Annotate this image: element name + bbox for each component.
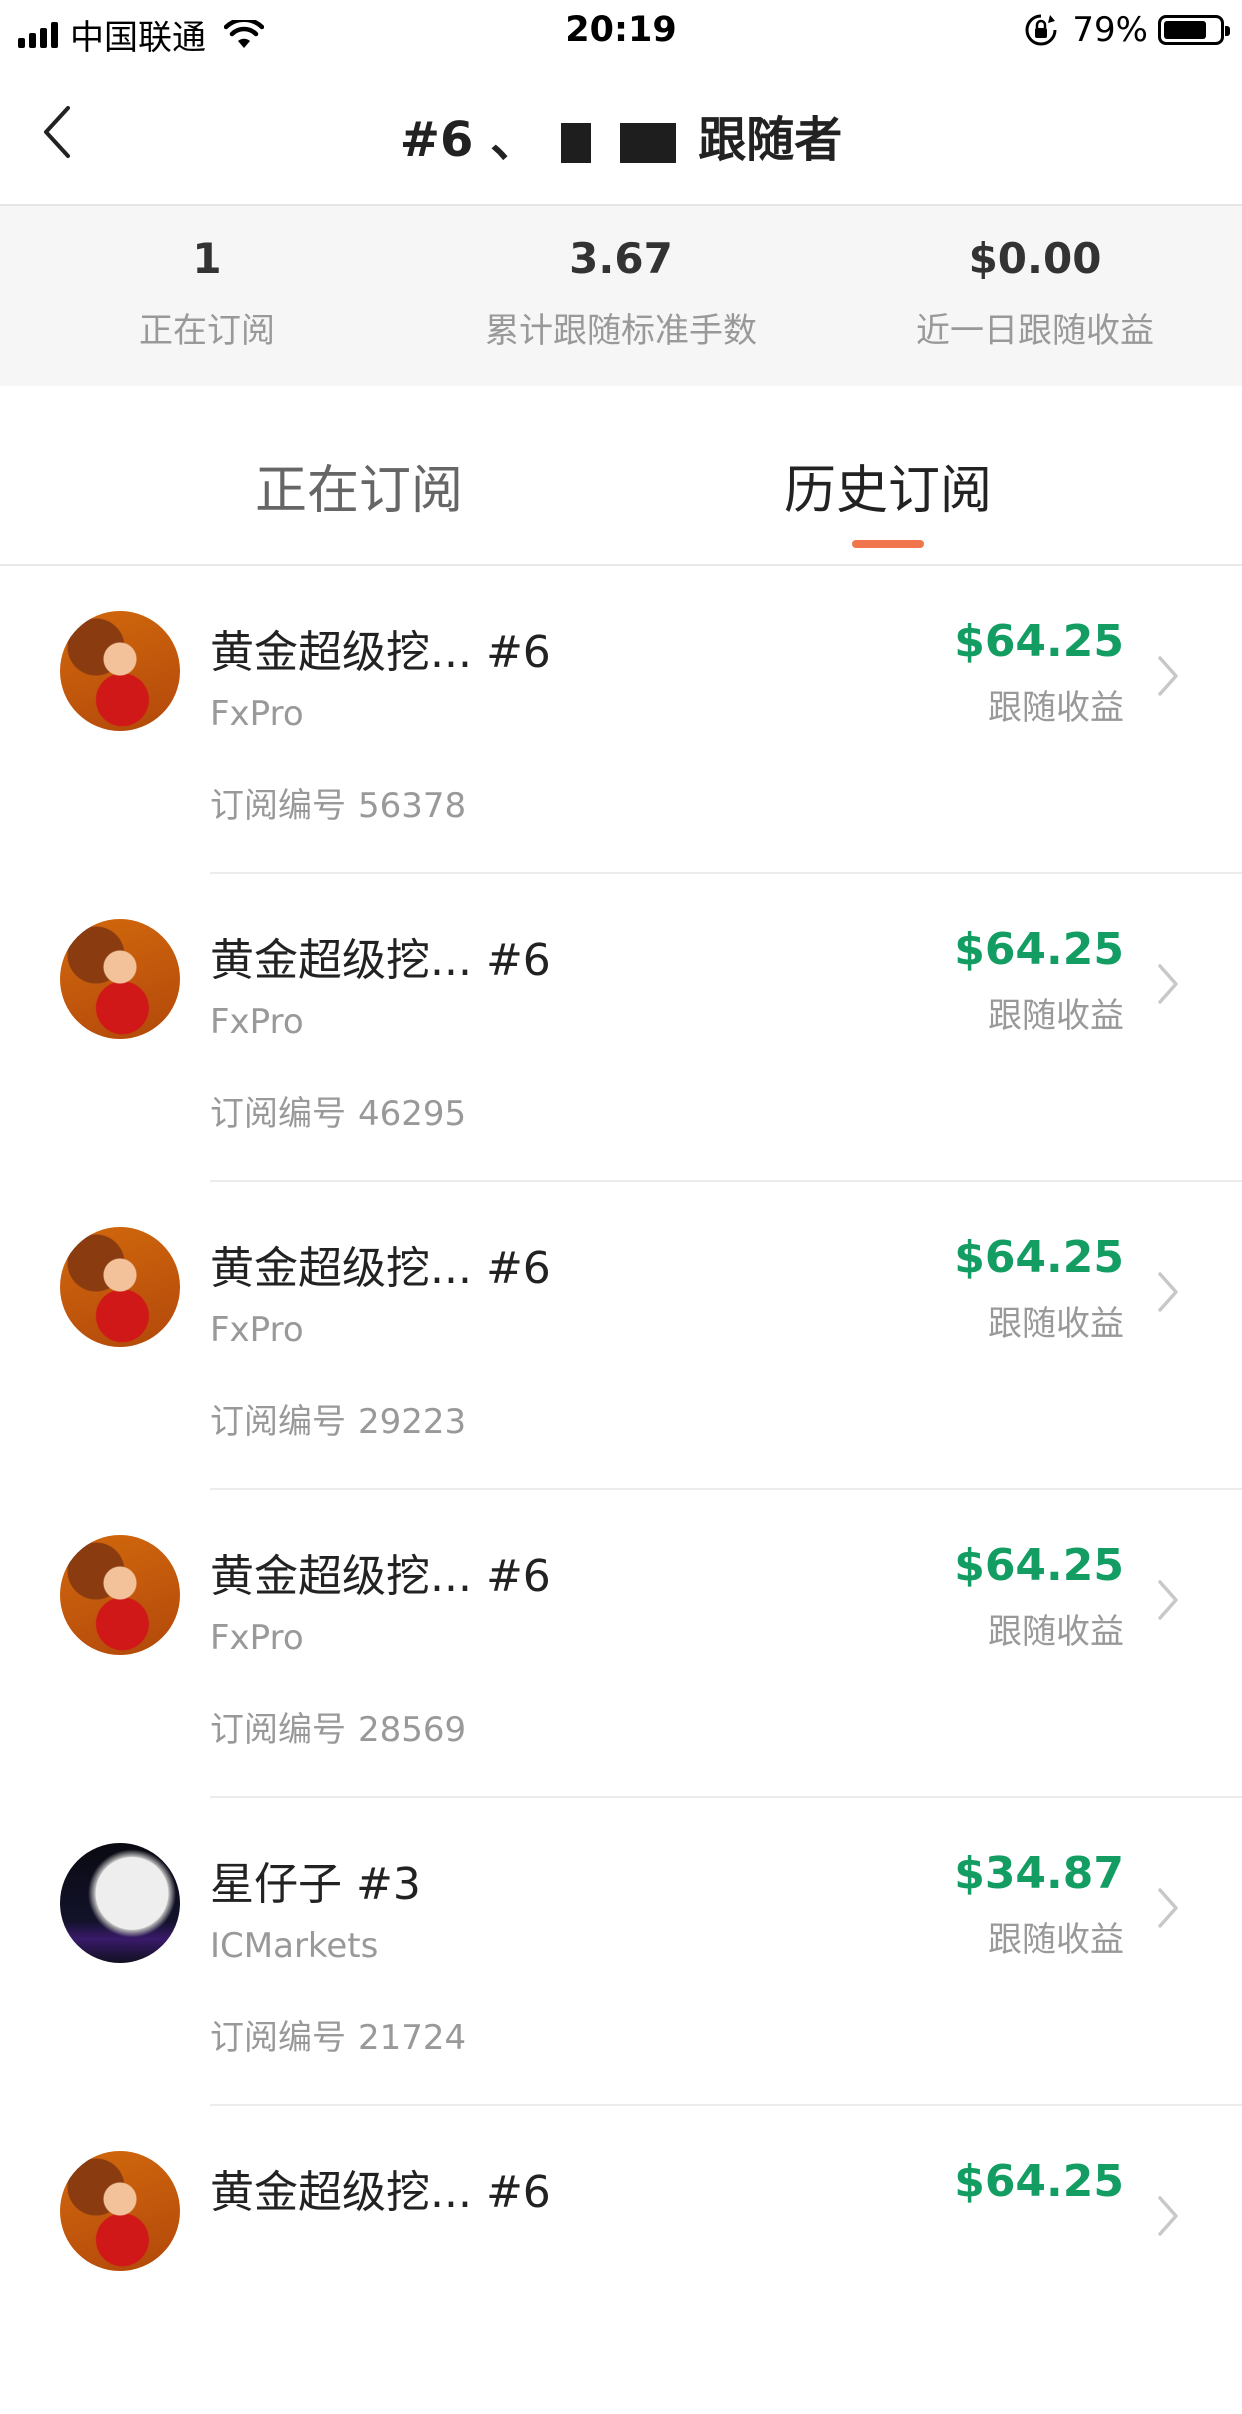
stats-summary: 1 正在订阅 3.67 累计跟随标准手数 $0.00 近一日跟随收益: [0, 206, 1242, 386]
strategy-name: 黄金超级挖... #6: [210, 627, 551, 678]
subscription-list: 黄金超级挖... #6 FxPro 订阅编号 56378 $64.25 跟随收益 …: [0, 566, 1242, 2414]
title-prefix: #6 、: [399, 112, 539, 168]
stat-daily-profit: $0.00 近一日跟随收益: [828, 206, 1242, 386]
profit-amount: $64.25: [954, 924, 1124, 975]
chevron-right-icon: [1158, 1888, 1178, 1928]
strategy-name: 黄金超级挖... #6: [210, 1551, 551, 1602]
chevron-right-icon: [1158, 2196, 1178, 2236]
title-suffix: 跟随者: [698, 112, 843, 168]
subscription-id-label: 订阅编号: [210, 2018, 346, 2058]
avatar: [60, 919, 180, 1039]
stat-label: 正在订阅: [139, 311, 275, 351]
broker-name: FxPro: [210, 694, 304, 734]
broker-name: ICMarkets: [210, 1926, 379, 1966]
list-item[interactable]: 黄金超级挖... #6 FxPro 订阅编号 29223 $64.25 跟随收益: [0, 1182, 1242, 1490]
tab-current-subscriptions[interactable]: 正在订阅: [255, 448, 463, 523]
stat-label: 近一日跟随收益: [916, 311, 1154, 351]
battery-icon: [1158, 15, 1230, 45]
page-title: #6 、 跟随者: [0, 100, 1242, 170]
strategy-name: 星仔子 #3: [210, 1859, 421, 1910]
list-item[interactable]: 黄金超级挖... #6 FxPro 订阅编号 46295 $64.25 跟随收益: [0, 874, 1242, 1182]
stat-active-subscriptions: 1 正在订阅: [0, 206, 414, 386]
stat-total-lots: 3.67 累计跟随标准手数: [414, 206, 828, 386]
profit-label: 跟随收益: [988, 1920, 1124, 1960]
chevron-right-icon: [1158, 1272, 1178, 1312]
profit-label: 跟随收益: [988, 996, 1124, 1036]
subscription-id-value: 21724: [358, 2018, 467, 2058]
subscription-id-label: 订阅编号: [210, 1094, 346, 1134]
profit-amount: $64.25: [954, 2156, 1124, 2207]
profit-label: 跟随收益: [988, 688, 1124, 728]
chevron-right-icon: [1158, 964, 1178, 1004]
stat-value: 1: [192, 234, 222, 283]
subscription-id: 订阅编号 21724: [210, 2010, 466, 2059]
stat-label: 累计跟随标准手数: [485, 311, 757, 351]
profit-amount: $34.87: [954, 1848, 1124, 1899]
list-item[interactable]: 星仔子 #3 ICMarkets 订阅编号 21724 $34.87 跟随收益: [0, 1798, 1242, 2106]
strategy-name: 黄金超级挖... #6: [210, 1243, 551, 1294]
profit-label: 跟随收益: [988, 1304, 1124, 1344]
profit-amount: $64.25: [954, 1232, 1124, 1283]
subscription-id-label: 订阅编号: [210, 1710, 346, 1750]
subscription-id-value: 29223: [358, 1402, 467, 1442]
subscription-id: 订阅编号 29223: [210, 1394, 466, 1443]
redacted-block: [619, 123, 676, 163]
profit-amount: $64.25: [954, 616, 1124, 667]
subscription-id: 订阅编号 46295: [210, 1086, 466, 1135]
profit-label: 跟随收益: [988, 1612, 1124, 1652]
avatar: [60, 2151, 180, 2271]
nav-bar: #6 、 跟随者: [0, 62, 1242, 206]
avatar: [60, 1227, 180, 1347]
tab-indicator: [852, 540, 924, 548]
subscription-id-value: 56378: [358, 786, 467, 826]
stat-value: $0.00: [968, 234, 1102, 283]
avatar: [60, 611, 180, 731]
subscription-id-value: 46295: [358, 1094, 467, 1134]
status-bar: 中国联通 20:19 79%: [0, 0, 1242, 62]
subscription-id-value: 28569: [358, 1710, 467, 1750]
tab-bar: 正在订阅 历史订阅: [0, 388, 1242, 566]
redacted-block: [560, 123, 591, 163]
status-right: 79%: [1024, 10, 1230, 50]
list-item[interactable]: 黄金超级挖... #6 FxPro 订阅编号 28569 $64.25 跟随收益: [0, 1490, 1242, 1798]
list-item[interactable]: 黄金超级挖... #6 FxPro 订阅编号 56378 $64.25 跟随收益: [0, 566, 1242, 874]
subscription-id-label: 订阅编号: [210, 786, 346, 826]
rotation-lock-icon: [1025, 14, 1057, 46]
battery-percent: 79%: [1072, 10, 1148, 50]
list-item[interactable]: 黄金超级挖... #6 $64.25: [0, 2106, 1242, 2414]
avatar: [60, 1535, 180, 1655]
strategy-name: 黄金超级挖... #6: [210, 2167, 551, 2218]
broker-name: FxPro: [210, 1310, 304, 1350]
broker-name: FxPro: [210, 1618, 304, 1658]
profit-amount: $64.25: [954, 1540, 1124, 1591]
stat-value: 3.67: [569, 234, 673, 283]
broker-name: FxPro: [210, 1002, 304, 1042]
subscription-id: 订阅编号 28569: [210, 1702, 466, 1751]
chevron-right-icon: [1158, 656, 1178, 696]
avatar: [60, 1843, 180, 1963]
tab-history-subscriptions[interactable]: 历史订阅: [784, 448, 992, 523]
subscription-id-label: 订阅编号: [210, 1402, 346, 1442]
chevron-right-icon: [1158, 1580, 1178, 1620]
subscription-id: 订阅编号 56378: [210, 778, 466, 827]
strategy-name: 黄金超级挖... #6: [210, 935, 551, 986]
